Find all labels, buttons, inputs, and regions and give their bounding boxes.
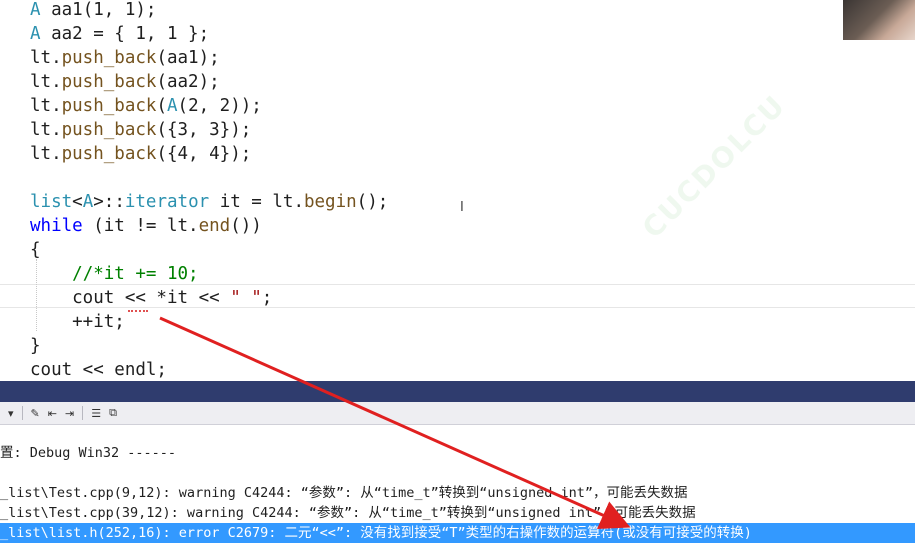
arrow-line xyxy=(159,316,631,529)
annotation-arrow xyxy=(159,316,631,529)
